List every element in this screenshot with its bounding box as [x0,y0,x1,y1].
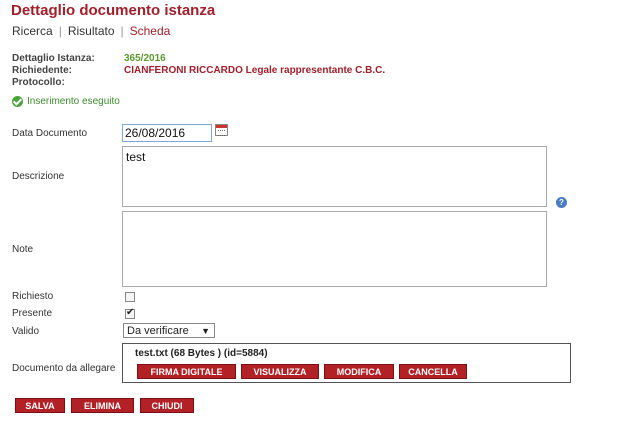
firma-digitale-button[interactable]: FIRMA DIGITALE [137,364,236,379]
note-textarea[interactable] [122,211,547,287]
help-icon[interactable]: ? [556,197,567,208]
richiesto-checkbox[interactable] [125,292,135,302]
nav-scheda-link[interactable]: Scheda [130,24,171,38]
nav-separator: | [120,24,124,38]
istanza-value: 365/2016 [124,53,166,64]
note-label: Note [12,244,34,255]
richiedente-value: CIANFERONI RICCARDO Legale rappresentant… [124,65,386,76]
richiedente-label: Richiedente: [12,65,73,76]
attachment-file-info: test.txt (68 Bytes ) (id=5884) [135,348,268,359]
descrizione-label: Descrizione [12,171,65,182]
nav-risultato-link[interactable]: Risultato [68,24,115,38]
page-title: Dettaglio documento istanza [11,2,216,19]
descrizione-textarea[interactable]: test [122,146,547,207]
calendar-icon[interactable] [215,124,228,136]
modifica-button[interactable]: MODIFICA [324,364,394,379]
chevron-down-icon: ▼ [201,325,210,336]
presente-label: Presente [12,308,53,319]
presente-checkbox[interactable] [125,307,135,319]
richiesto-label: Richiesto [12,291,54,302]
data-documento-input[interactable] [122,124,212,142]
nav-separator: | [58,24,62,38]
status-text: Inserimento eseguito [27,96,120,107]
visualizza-button[interactable]: VISUALIZZA [241,364,319,379]
salva-button[interactable]: SALVA [15,398,65,413]
protocollo-label: Protocollo: [12,77,65,88]
allegato-label: Documento da allegare [12,363,116,374]
breadcrumb: Ricerca | Risultato | Scheda [12,24,170,38]
valido-selected-value: Da verificare [127,324,189,337]
chiudi-button[interactable]: CHIUDI [140,398,194,413]
valido-select[interactable]: Da verificare ▼ [123,323,215,338]
nav-ricerca-link[interactable]: Ricerca [12,24,53,38]
cancella-button[interactable]: CANCELLA [399,364,467,379]
elimina-button[interactable]: ELIMINA [71,398,134,413]
data-documento-label: Data Documento [12,128,88,139]
status-message: Inserimento eseguito [12,96,120,107]
success-check-icon [12,96,23,107]
valido-label: Valido [12,326,40,337]
istanza-label: Dettaglio Istanza: [12,53,95,64]
